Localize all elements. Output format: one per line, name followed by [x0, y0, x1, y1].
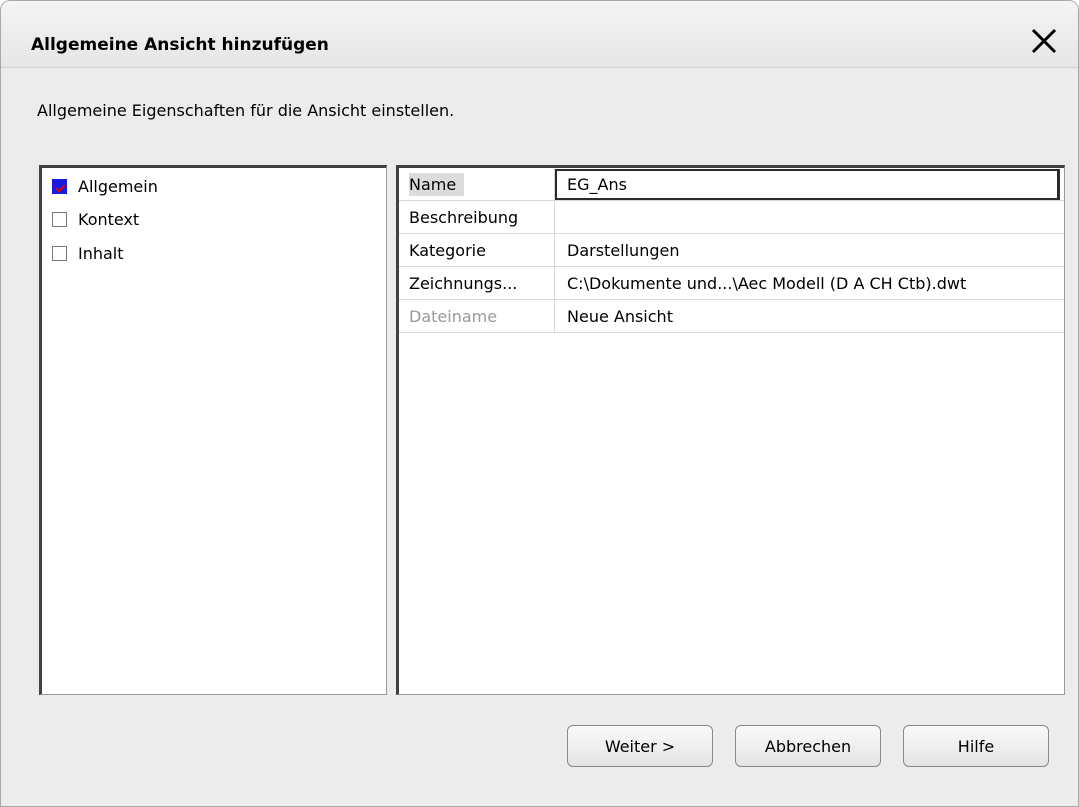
property-label: Zeichnungs...	[399, 267, 555, 299]
cancel-button[interactable]: Abbrechen	[735, 725, 881, 767]
property-label: Dateiname	[399, 300, 555, 332]
help-button[interactable]: Hilfe	[903, 725, 1049, 767]
property-grid: Name EG_Ans Beschreibung Kategorie Darst…	[396, 165, 1065, 695]
property-row-kategorie: Kategorie Darstellungen	[399, 234, 1064, 267]
property-row-dateiname: Dateiname Neue Ansicht	[399, 300, 1064, 333]
title-bar: Allgemeine Ansicht hinzufügen	[1, 1, 1078, 68]
tree-item-allgemein[interactable]: Allgemein	[52, 175, 158, 197]
zeichnungsvorlage-field[interactable]: C:\Dokumente und...\Aec Modell (D A CH C…	[555, 267, 1064, 299]
tree-item-label: Inhalt	[78, 243, 124, 263]
tree-item-kontext[interactable]: Kontext	[52, 208, 139, 230]
tree-item-label: Allgemein	[78, 176, 158, 196]
dialog-window: Allgemeine Ansicht hinzufügen Allgemeine…	[0, 0, 1079, 807]
checkbox-inhalt[interactable]	[52, 245, 67, 261]
property-label: Kategorie	[399, 234, 555, 266]
property-label: Beschreibung	[399, 201, 555, 233]
property-label: Name	[399, 168, 555, 200]
kategorie-field[interactable]: Darstellungen	[555, 234, 1064, 266]
property-row-zeichnungsvorlage: Zeichnungs... C:\Dokumente und...\Aec Mo…	[399, 267, 1064, 300]
property-row-beschreibung: Beschreibung	[399, 201, 1064, 234]
property-row-name: Name EG_Ans	[399, 168, 1064, 201]
checkbox-kontext[interactable]	[52, 211, 67, 227]
tree-item-inhalt[interactable]: Inhalt	[52, 242, 124, 264]
beschreibung-field[interactable]	[555, 201, 1064, 233]
dateiname-field[interactable]: Neue Ansicht	[555, 300, 1064, 332]
dialog-subtitle: Allgemeine Eigenschaften für die Ansicht…	[37, 101, 455, 120]
category-tree: Allgemein Kontext Inhalt	[39, 165, 387, 695]
tree-item-label: Kontext	[78, 209, 140, 229]
close-icon[interactable]	[1030, 27, 1058, 55]
checkbox-allgemein[interactable]	[52, 178, 67, 194]
next-button[interactable]: Weiter >	[567, 725, 713, 767]
name-input[interactable]: EG_Ans	[555, 168, 1060, 200]
dialog-title: Allgemeine Ansicht hinzufügen	[31, 35, 329, 55]
